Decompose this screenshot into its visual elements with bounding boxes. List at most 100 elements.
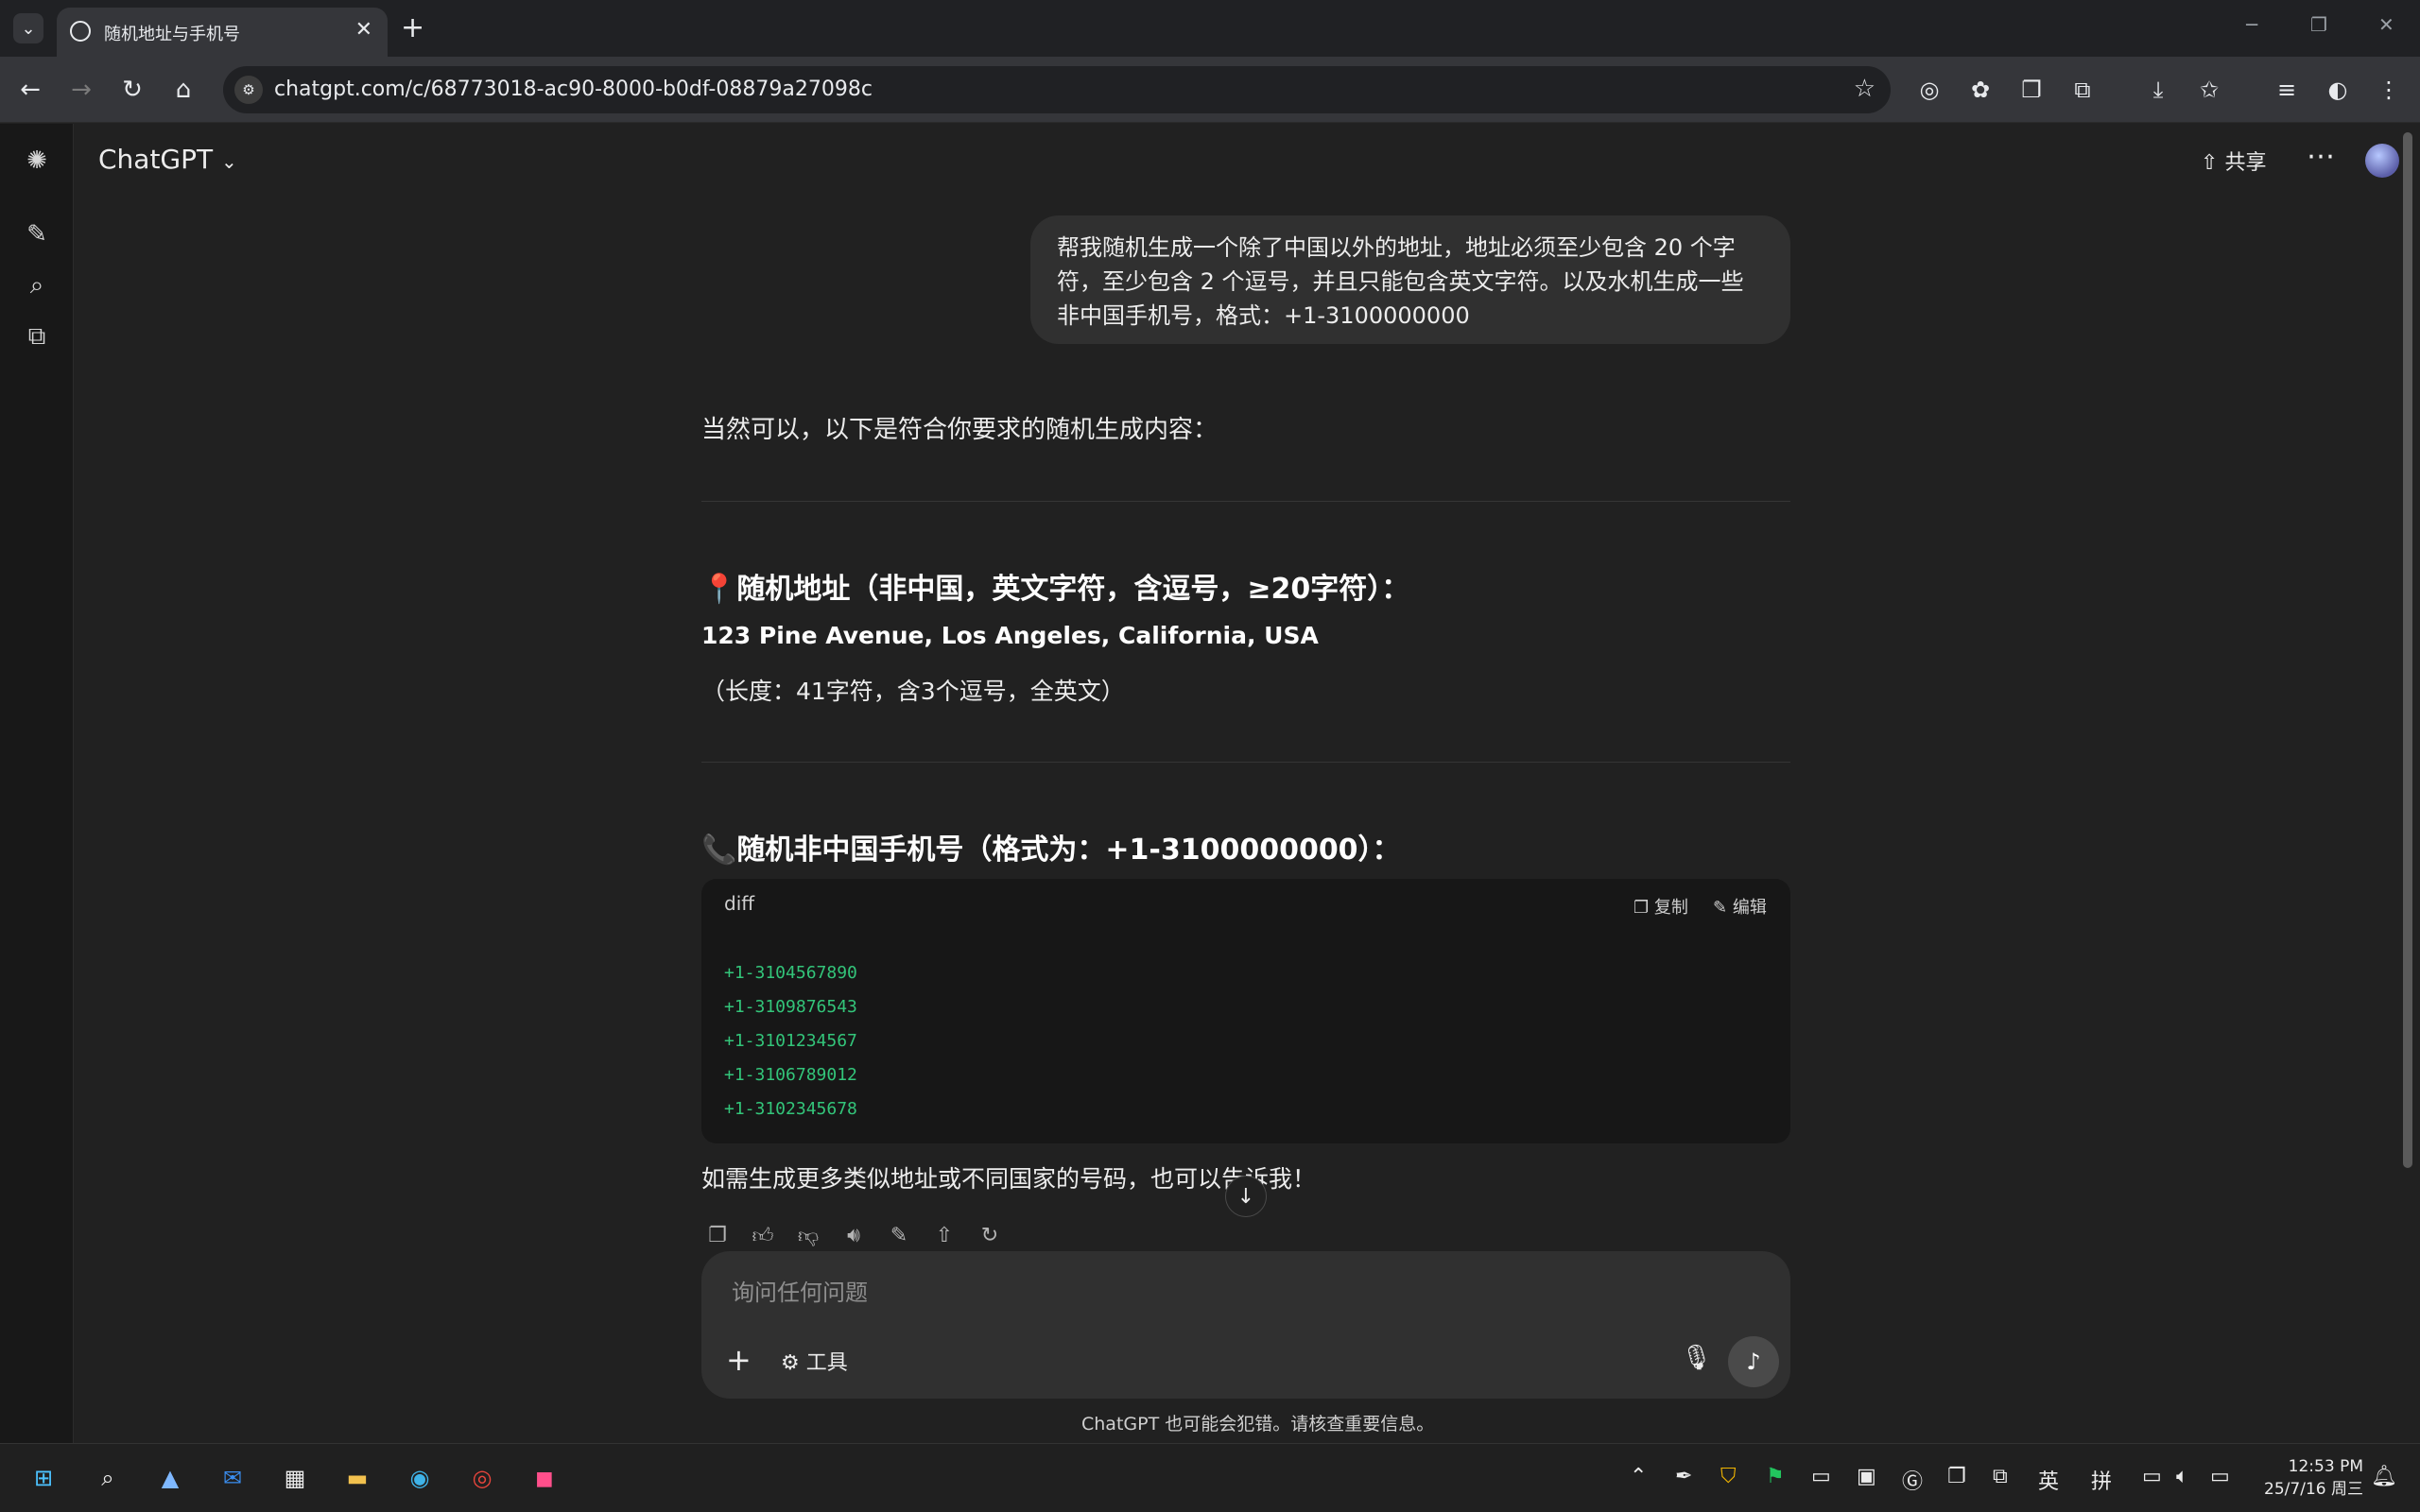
favorites-icon[interactable]: ✩ [2193,74,2225,106]
media-control-icon[interactable]: ≡ [2271,74,2303,106]
ime-language[interactable]: 英 [2038,1465,2059,1495]
file-explorer-icon[interactable]: ▬ [338,1459,376,1497]
arrow-down-icon: ↓ [1236,1184,1255,1209]
tab-search-chevron-icon[interactable]: ⌄ [13,13,43,43]
volume-icon[interactable]: 🔈︎ [2176,1465,2188,1488]
calendar-icon[interactable]: ▣ [1857,1465,1876,1488]
download-icon[interactable]: ⤓ [2142,74,2174,106]
extensions-puzzle-icon[interactable]: ⧉ [2066,74,2099,106]
edit-code-button[interactable]: ✎ 编辑 [1713,894,1767,919]
assistant-closing: 如需生成更多类似地址或不同国家的号码，也可以告诉我！ [701,1165,1317,1193]
ide-icon[interactable]: ◼ [526,1459,563,1497]
restore-icon[interactable]: ❐ [2310,13,2327,36]
address-note: （长度：41字符，含3个逗号，全英文） [701,678,1125,705]
app-icon[interactable]: ▲ [151,1459,189,1497]
thumbs-down-icon[interactable]: 👎︎ [792,1219,824,1251]
search-icon[interactable]: ⌕ [19,267,55,303]
new-chat-icon[interactable]: ✎ [19,216,55,252]
phone-number: +1-3109876543 [724,997,857,1017]
new-tab-icon[interactable]: + [401,11,424,44]
clock-time: 12:53 PM [2288,1457,2363,1476]
assistant-intro: 当然可以，以下是符合你要求的随机生成内容： [701,416,1219,444]
address-bar[interactable]: ⚙ chatgpt.com/c/68773018-ac90-8000-b0df-… [223,66,1891,113]
notifications-icon[interactable]: 🔔︎ [2371,1465,2397,1488]
chevron-down-icon: ⌄ [221,150,237,173]
phone-number: +1-3104567890 [724,963,857,983]
system-clock[interactable]: 12:53 PM 25/7/16 周三 [2259,1455,2363,1501]
copy-tray-icon[interactable]: ❐ [1947,1465,1966,1488]
start-windows-icon[interactable]: ⊞ [25,1459,62,1497]
generated-address: 123 Pine Avenue, Los Angeles, California… [701,622,1319,649]
user-message-bubble: 帮我随机生成一个除了中国以外的地址，地址必须至少包含 20 个字符，至少包含 2… [1030,215,1790,344]
search-icon[interactable]: ⌕ [89,1459,127,1497]
model-name: ChatGPT [98,144,214,175]
phone-number: +1-3106789012 [724,1065,857,1085]
phone-number: +1-3102345678 [724,1099,857,1119]
flag-icon[interactable]: ⚑ [1766,1465,1785,1488]
scroll-to-bottom-button[interactable]: ↓ [1225,1176,1267,1217]
sliders-icon: ⚙ [781,1351,800,1375]
microphone-icon[interactable]: 🎙︎ [1681,1344,1712,1372]
close-tab-icon[interactable]: ✕ [355,18,372,42]
ime-mode[interactable]: 拼 [2091,1465,2112,1495]
read-aloud-icon[interactable]: 🔊︎ [838,1219,870,1251]
tools-button[interactable]: ⚙ 工具 [781,1346,848,1376]
model-selector[interactable]: ChatGPT ⌄ [98,144,237,175]
regenerate-icon[interactable]: ↻ [974,1219,1006,1251]
network-icon[interactable]: ▭ [2142,1465,2162,1488]
back-icon[interactable]: ← [15,76,45,104]
scrollbar[interactable] [2403,132,2412,1168]
show-hidden-icons-icon[interactable]: ⌃ [1630,1465,1647,1488]
share-icon[interactable]: ⇧ [928,1219,960,1251]
share-button[interactable]: ⇧ 共享 [2201,146,2266,176]
copy-code-button[interactable]: ❐ 复制 [1634,894,1688,919]
reload-icon[interactable]: ↻ [117,76,147,104]
home-icon[interactable]: ⌂ [168,76,199,104]
divider [701,501,1790,502]
code-language: diff [724,892,755,915]
extension-copy-icon[interactable]: ❐ [2015,74,2048,106]
outlook-icon[interactable]: ✉ [214,1459,251,1497]
avatar[interactable] [2365,144,2399,178]
openai-logo-icon[interactable]: ✺ [19,143,55,179]
edit-canvas-icon[interactable]: ✎ [883,1219,915,1251]
forward-icon[interactable]: → [66,76,96,104]
composer[interactable]: 询问任何问题 + ⚙ 工具 🎙︎ ♪ [701,1251,1790,1399]
url-text[interactable]: chatgpt.com/c/68773018-ac90-8000-b0df-08… [274,77,873,101]
copy-icon[interactable]: ❐ [701,1219,734,1251]
profile-icon[interactable]: ◐ [2322,74,2354,106]
tools-label: 工具 [805,1351,848,1375]
toggle-icon[interactable]: ⧉ [1993,1465,2008,1488]
edit-icon: ✎ [1713,898,1728,918]
pen-icon[interactable]: ✒ [1675,1465,1692,1488]
copy-label: 复制 [1653,898,1688,918]
browser-tab-strip: ⌄ 随机地址与手机号 ✕ + ─ ❐ ✕ [0,0,2420,57]
shield-icon[interactable]: ⛉ [1720,1465,1737,1488]
disclaimer: ChatGPT 也可能会犯错。请核查重要信息。 [1081,1414,1435,1435]
extension-glasses-icon[interactable]: ◎ [1913,74,1945,106]
voice-mode-button[interactable]: ♪ [1728,1336,1779,1387]
more-options-icon[interactable]: ⋯ [2307,140,2335,173]
tab-title: 随机地址与手机号 [104,25,240,44]
chrome-icon[interactable]: ◎ [463,1459,501,1497]
edge-icon[interactable]: ◉ [401,1459,439,1497]
extension-color-icon[interactable]: ✿ [1964,74,1996,106]
browser-menu-icon[interactable]: ⋮ [2373,74,2405,106]
store-icon[interactable]: ▦ [276,1459,314,1497]
library-icon[interactable]: ⧉ [19,318,55,354]
battery-icon[interactable]: ▭ [2210,1465,2230,1488]
add-attachment-icon[interactable]: + [726,1342,752,1378]
window-icon[interactable]: ▭ [1811,1465,1831,1488]
prompt-input[interactable]: 询问任何问题 [732,1274,868,1307]
close-window-icon[interactable]: ✕ [2378,13,2394,36]
windows-taskbar: ⊞ ⌕ ▲ ✉ ▦ ▬ ◉ ◎ ◼ ⌃ ✒ ⛉ ⚑ ▭ ▣ Ⓖ ❐ ⧉ 英 拼 … [0,1443,2420,1512]
thumbs-up-icon[interactable]: 👍︎ [747,1219,779,1251]
site-info-icon[interactable]: ⚙ [234,76,263,104]
bookmark-star-icon[interactable]: ☆ [1854,75,1876,103]
edit-label: 编辑 [1732,898,1767,918]
browser-tab[interactable]: 随机地址与手机号 ✕ [57,8,388,57]
clock-date: 25/7/16 周三 [2264,1480,2363,1499]
g-icon[interactable]: Ⓖ [1902,1465,1923,1495]
minimize-icon[interactable]: ─ [2246,13,2257,36]
code-block: diff ❐ 复制 ✎ 编辑 +1-3104567890 +1-31098765… [701,879,1790,1143]
